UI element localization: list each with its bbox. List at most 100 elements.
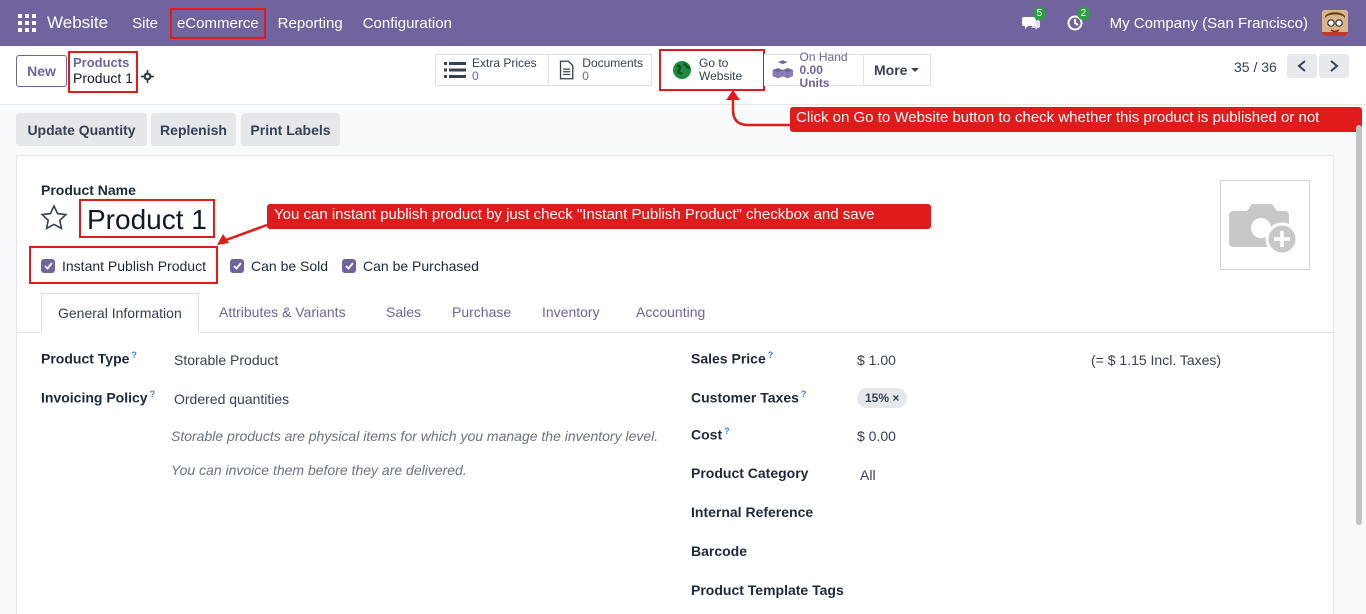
breadcrumb-products[interactable]: Products <box>73 55 133 70</box>
callout-instant-publish: You can instant publish product by just … <box>267 204 931 229</box>
product-name-field[interactable]: Product 1 <box>79 199 215 238</box>
gear-icon[interactable] <box>141 70 154 83</box>
cost-field[interactable]: $ 0.00 <box>857 428 896 444</box>
print-labels-button[interactable]: Print Labels <box>241 113 340 146</box>
go-to-label: Go to <box>699 56 729 70</box>
menu-configuration[interactable]: Configuration <box>363 15 452 32</box>
customer-taxes-label-text: Customer Taxes <box>691 389 799 406</box>
scrollbar-thumb[interactable] <box>1356 125 1362 525</box>
on-hand-button[interactable]: On Hand 0.00 Units <box>764 50 864 89</box>
help-tooltip-icon[interactable]: ? <box>724 426 730 436</box>
activities-button[interactable]: 2 <box>1066 7 1091 31</box>
document-icon <box>559 60 574 80</box>
extra-prices-label: Extra Prices <box>472 56 537 70</box>
tax-tag[interactable]: 15% × <box>857 388 908 408</box>
tab-sales[interactable]: Sales <box>386 304 421 320</box>
customer-taxes-label: Customer Taxes? <box>691 389 806 406</box>
invoicing-policy-select[interactable]: Ordered quantities <box>174 391 289 407</box>
instant-publish-checkbox[interactable]: Instant Publish Product <box>41 258 206 274</box>
website-label: Website <box>699 69 743 83</box>
pager-previous-button[interactable] <box>1287 54 1317 78</box>
instant-publish-label: Instant Publish Product <box>62 258 206 274</box>
checkbox-checked-icon <box>41 259 55 273</box>
breadcrumb-current: Product 1 <box>73 70 133 86</box>
price-incl-taxes: (= $ 1.15 Incl. Taxes) <box>1091 352 1222 368</box>
new-button[interactable]: New <box>16 55 67 87</box>
list-icon <box>444 62 466 78</box>
sales-price-label-text: Sales Price <box>691 350 766 367</box>
product-type-label: Product Type? <box>41 350 137 367</box>
tab-purchase[interactable]: Purchase <box>452 304 511 320</box>
cost-label-text: Cost <box>691 426 723 443</box>
smart-buttons: Extra Prices 0 Documents 0 Go to Website On… <box>435 49 931 91</box>
can-be-sold-checkbox[interactable]: Can be Sold <box>230 258 328 274</box>
help-tooltip-icon[interactable]: ? <box>801 389 807 399</box>
extra-prices-count: 0 <box>472 69 479 83</box>
tab-general-information[interactable]: General Information <box>41 293 199 333</box>
apps-menu-icon[interactable] <box>18 14 36 32</box>
navbar-systray: 5 2 My Company (San Francisco) <box>1021 7 1366 36</box>
update-quantity-button[interactable]: Update Quantity <box>16 113 147 146</box>
menu-reporting[interactable]: Reporting <box>278 15 343 32</box>
callout-go-to-website: Click on Go to Website button to check w… <box>790 107 1362 132</box>
product-image-upload[interactable] <box>1220 180 1310 270</box>
sales-price-field[interactable]: $ 1.00 <box>857 352 896 368</box>
app-brand[interactable]: Website <box>47 13 108 33</box>
messages-button[interactable]: 5 <box>1021 7 1047 31</box>
menu-site[interactable]: Site <box>132 15 158 32</box>
user-avatar[interactable] <box>1322 10 1348 36</box>
documents-count: 0 <box>582 69 589 83</box>
documents-button[interactable]: Documents 0 <box>548 54 652 86</box>
help-tooltip-icon[interactable]: ? <box>768 350 774 360</box>
avatar-icon <box>1322 10 1348 36</box>
can-be-sold-label: Can be Sold <box>251 258 329 274</box>
star-icon[interactable] <box>40 204 68 232</box>
pager-next-button[interactable] <box>1319 54 1349 78</box>
sales-price-label: Sales Price? <box>691 350 773 367</box>
product-type-hint: Storable products are physical items for… <box>171 428 659 444</box>
scrollbar[interactable] <box>1355 105 1363 614</box>
can-be-purchased-checkbox[interactable]: Can be Purchased <box>342 258 479 274</box>
tab-attributes[interactable]: Attributes & Variants <box>219 304 346 320</box>
company-switcher[interactable]: My Company (San Francisco) <box>1110 15 1308 32</box>
documents-label: Documents <box>582 56 643 70</box>
cubes-icon <box>772 60 793 79</box>
product-name-label: Product Name <box>41 182 136 198</box>
breadcrumb: Products Product 1 <box>68 51 138 93</box>
checkbox-checked-icon <box>230 259 244 273</box>
top-navbar: Website Site eCommerce Reporting Configu… <box>0 0 1366 46</box>
checkbox-checked-icon <box>342 259 356 273</box>
go-to-website-button[interactable]: Go to Website <box>659 49 765 91</box>
chevron-left-icon <box>1297 60 1306 72</box>
pager-value[interactable]: 35 / 36 <box>1234 59 1277 75</box>
invoicing-policy-label-text: Invoicing Policy <box>41 389 148 406</box>
invoicing-policy-label: Invoicing Policy? <box>41 389 155 406</box>
more-dropdown[interactable]: More <box>863 54 931 86</box>
help-tooltip-icon[interactable]: ? <box>150 389 156 399</box>
cost-label: Cost? <box>691 426 730 443</box>
product-template-tags-label: Product Template Tags <box>691 582 844 598</box>
camera-plus-icon <box>1229 204 1299 256</box>
messages-badge: 5 <box>1032 7 1047 20</box>
smart-spacer <box>651 54 659 86</box>
help-tooltip-icon[interactable]: ? <box>131 350 137 360</box>
chevron-right-icon <box>1330 60 1339 72</box>
globe-icon <box>673 61 691 79</box>
close-icon[interactable]: × <box>892 391 899 405</box>
product-type-label-text: Product Type <box>41 350 130 367</box>
caret-down-icon <box>911 68 920 72</box>
product-category-field[interactable]: All <box>860 467 876 483</box>
internal-reference-label: Internal Reference <box>691 504 814 520</box>
replenish-button[interactable]: Replenish <box>151 113 236 146</box>
on-hand-value: 0.00 Units <box>799 62 830 90</box>
extra-prices-button[interactable]: Extra Prices 0 <box>435 54 549 86</box>
product-category-label: Product Category <box>691 465 809 481</box>
barcode-label: Barcode <box>691 543 748 559</box>
more-label: More <box>874 62 908 78</box>
tab-accounting[interactable]: Accounting <box>636 304 705 320</box>
control-panel: New Products Product 1 Extra Prices 0 Doc… <box>0 46 1366 105</box>
menu-ecommerce[interactable]: eCommerce <box>169 7 266 39</box>
can-be-purchased-label: Can be Purchased <box>363 258 479 274</box>
tab-inventory[interactable]: Inventory <box>542 304 600 320</box>
product-type-select[interactable]: Storable Product <box>174 352 278 368</box>
